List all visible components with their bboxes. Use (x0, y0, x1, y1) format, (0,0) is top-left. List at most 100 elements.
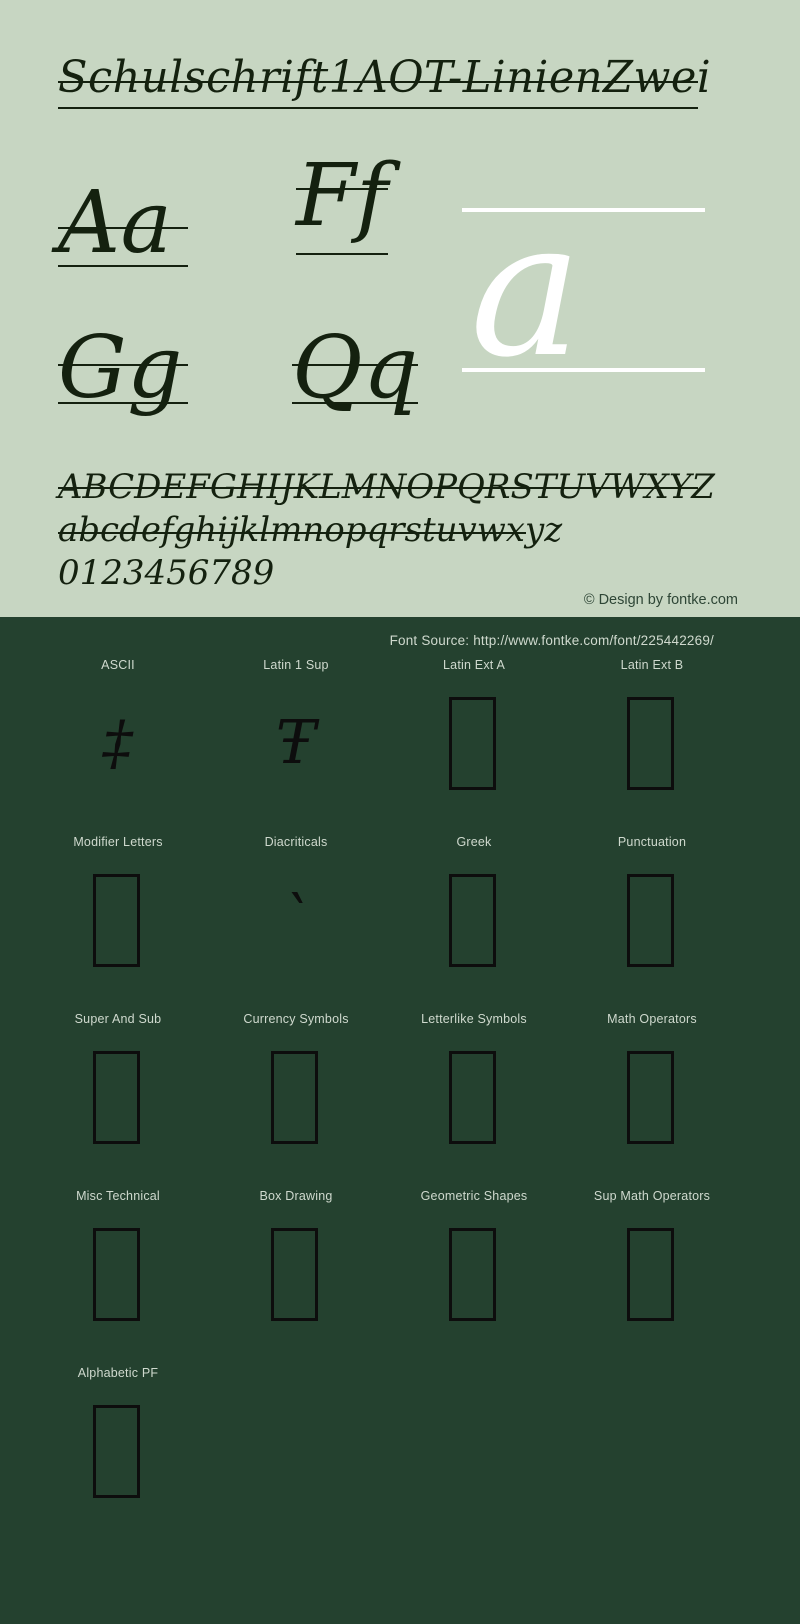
unicode-block-label: Misc Technical (76, 1189, 160, 1203)
unicode-block-label: Geometric Shapes (420, 1189, 528, 1203)
unicode-block-cell[interactable]: Geometric Shapes (374, 1186, 574, 1346)
alphabet-lowercase-row: abcdefghijklmnopqrstuvwxyz (58, 510, 562, 550)
missing-glyph-box-icon (627, 1051, 674, 1144)
missing-glyph-box-icon (93, 1051, 140, 1144)
guide-line-lower (296, 253, 388, 255)
missing-glyph-box-icon (271, 1228, 318, 1321)
unicode-block-sample (196, 1029, 396, 1169)
unicode-block-sample (18, 1029, 218, 1169)
letter-pair-aa: Aa (58, 173, 188, 273)
unicode-block-sample: Ŧ (196, 675, 396, 815)
design-credit: © Design by fontke.com (583, 592, 738, 608)
letter-pair-ff: Ff (296, 146, 389, 255)
unicode-block-row: Super And Sub Currency Symbols Letterlike … (0, 1009, 800, 1186)
letter-pair-glyphs: Aa (58, 173, 173, 273)
unicode-block-sample (196, 1206, 396, 1346)
guide-line (58, 487, 698, 489)
unicode-block-label: Punctuation (617, 835, 687, 849)
unicode-block-sample: ‡ (18, 675, 218, 815)
unicode-block-sample (374, 1029, 574, 1169)
missing-glyph-box-icon (627, 697, 674, 790)
unicode-blocks-panel: Font Source: http://www.fontke.com/font/… (0, 617, 800, 1624)
unicode-block-cell[interactable]: Box Drawing (196, 1186, 396, 1346)
missing-glyph-box-icon (627, 1228, 674, 1321)
letter-pair-glyphs: Qq (292, 318, 419, 418)
unicode-block-cell[interactable]: Letterlike Symbols (374, 1009, 574, 1169)
missing-glyph-box-icon (449, 874, 496, 967)
letter-pair-gg: Gg (58, 318, 188, 418)
unicode-block-label: Modifier Letters (73, 835, 163, 849)
unicode-block-label: ASCII (101, 658, 135, 672)
unicode-block-sample: ` (196, 852, 396, 992)
unicode-block-label: Diacriticals (264, 835, 328, 849)
unicode-blocks-grid: ASCII ‡ Latin 1 Sup Ŧ Latin Ext A Latin Ext B… (0, 655, 800, 1540)
feature-glyph-block: a (462, 190, 705, 390)
missing-glyph-box-icon (271, 1051, 318, 1144)
unicode-block-label: Latin 1 Sup (263, 658, 329, 672)
unicode-block-label: Alphabetic PF (77, 1366, 159, 1380)
unicode-block-label: Latin Ext B (620, 658, 684, 672)
unicode-block-cell[interactable]: Misc Technical (18, 1186, 218, 1346)
unicode-block-sample (18, 1383, 218, 1523)
page-title: Schulschrift1AOT-LinienZwei (58, 52, 712, 103)
letter-pair-glyphs: Gg (58, 318, 183, 418)
block-glyph-preview: ‡ (102, 708, 134, 778)
alphabet-lowercase: abcdefghijklmnopqrstuvwxyz (58, 510, 563, 550)
letter-pair-qq: Qq (292, 320, 419, 416)
unicode-block-cell[interactable]: Math Operators (552, 1009, 752, 1169)
unicode-block-sample (552, 852, 752, 992)
missing-glyph-box-icon (449, 1051, 496, 1144)
font-source-link[interactable]: Font Source: http://www.fontke.com/font/… (390, 633, 714, 648)
unicode-block-cell[interactable]: Modifier Letters (18, 832, 218, 992)
unicode-block-label: Math Operators (607, 1012, 697, 1026)
unicode-block-sample (552, 675, 752, 815)
missing-glyph-box-icon (93, 874, 140, 967)
missing-glyph-box-icon (93, 1228, 140, 1321)
title-guide-line-bottom (58, 107, 698, 109)
digits: 0123456789 (58, 553, 275, 593)
unicode-block-cell[interactable]: Diacriticals ` (196, 832, 396, 992)
unicode-block-row: ASCII ‡ Latin 1 Sup Ŧ Latin Ext A Latin Ext B (0, 655, 800, 832)
unicode-block-cell[interactable]: ASCII ‡ (18, 655, 218, 815)
unicode-block-cell[interactable]: Punctuation (552, 832, 752, 992)
unicode-block-sample (374, 1206, 574, 1346)
unicode-block-row: Modifier Letters Diacriticals ` Greek Punctu… (0, 832, 800, 1009)
guide-line (58, 532, 526, 534)
unicode-block-cell[interactable]: Latin Ext B (552, 655, 752, 815)
unicode-block-label: Letterlike Symbols (421, 1012, 527, 1026)
letter-pair-glyphs: Ff (296, 146, 389, 246)
unicode-block-sample (374, 852, 574, 992)
specimen-panel: Schulschrift1AOT-LinienZwei Aa Ff Gg Qq (0, 0, 800, 617)
font-specimen-page: Schulschrift1AOT-LinienZwei Aa Ff Gg Qq (0, 0, 800, 1624)
missing-glyph-box-icon (627, 874, 674, 967)
unicode-block-cell[interactable]: Currency Symbols (196, 1009, 396, 1169)
unicode-block-cell[interactable]: Sup Math Operators (552, 1186, 752, 1346)
unicode-block-label: Latin Ext A (443, 658, 505, 672)
unicode-block-row: Misc Technical Box Drawing Geometric Shape… (0, 1186, 800, 1363)
unicode-block-sample (552, 1029, 752, 1169)
missing-glyph-box-icon (449, 697, 496, 790)
unicode-block-label: Currency Symbols (243, 1012, 349, 1026)
digits-row: 0123456789 (58, 553, 274, 593)
unicode-block-cell[interactable]: Greek (374, 832, 574, 992)
unicode-block-sample (18, 852, 218, 992)
unicode-block-sample (552, 1206, 752, 1346)
unicode-block-row: Alphabetic PF (0, 1363, 800, 1540)
alphabet-uppercase-row: ABCDEFGHIJKLMNOPQRSTUVWXYZ (58, 467, 715, 507)
unicode-block-label: Greek (456, 835, 492, 849)
block-glyph-preview: ` (280, 885, 312, 955)
unicode-block-cell[interactable]: Super And Sub (18, 1009, 218, 1169)
unicode-block-sample (374, 675, 574, 815)
unicode-block-cell[interactable]: Alphabetic PF (18, 1363, 218, 1523)
block-glyph-preview: Ŧ (275, 708, 317, 778)
unicode-block-sample (18, 1206, 218, 1346)
feature-glyph: a (470, 180, 583, 399)
missing-glyph-box-icon (93, 1405, 140, 1498)
unicode-block-label: Super And Sub (74, 1012, 162, 1026)
unicode-block-label: Sup Math Operators (593, 1189, 711, 1203)
font-title-block: Schulschrift1AOT-LinienZwei (58, 50, 758, 110)
unicode-block-label: Box Drawing (259, 1189, 333, 1203)
missing-glyph-box-icon (449, 1228, 496, 1321)
unicode-block-cell[interactable]: Latin Ext A (374, 655, 574, 815)
unicode-block-cell[interactable]: Latin 1 Sup Ŧ (196, 655, 396, 815)
